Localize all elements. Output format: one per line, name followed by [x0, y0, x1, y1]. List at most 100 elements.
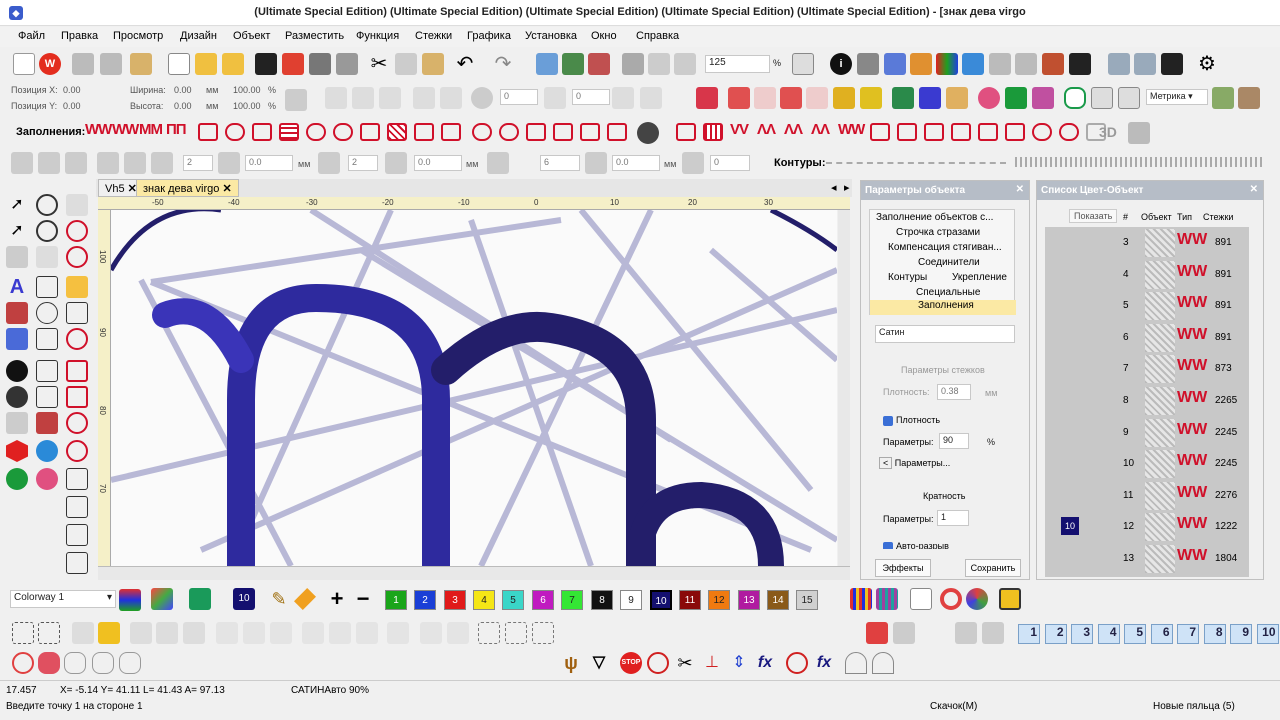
remove-color-icon[interactable]: − [352, 588, 374, 610]
tab-scroll-left-icon[interactable]: ◂ [831, 181, 837, 194]
appliqué-icon[interactable] [962, 53, 984, 75]
menu-stitches[interactable]: Стежки [415, 30, 452, 42]
palette-color-11[interactable]: 11 [679, 590, 701, 610]
grid-spacing-icon[interactable] [487, 152, 509, 174]
hoop-button-7[interactable]: 7 [1177, 624, 1199, 644]
unlock-icon[interactable] [98, 622, 120, 644]
rotate-angle-field[interactable]: 0 [500, 89, 538, 105]
info-icon[interactable]: i [830, 53, 852, 75]
export-machine-icon[interactable] [562, 53, 584, 75]
skew-icon[interactable] [379, 87, 401, 109]
balloons-icon[interactable] [1032, 87, 1054, 109]
align-v-icon[interactable] [38, 152, 60, 174]
align-right-icon[interactable] [270, 622, 292, 644]
grid-icon[interactable] [989, 53, 1011, 75]
home-icon[interactable] [13, 53, 35, 75]
hoop3-icon[interactable] [674, 53, 696, 75]
monogram-icon[interactable] [6, 328, 28, 350]
size-same3-icon[interactable] [532, 622, 554, 644]
hoop-button-2[interactable]: 2 [1044, 624, 1067, 644]
hole-icon[interactable] [6, 386, 28, 408]
sequence2-icon[interactable] [982, 622, 1004, 644]
circle-tool-icon[interactable] [66, 246, 88, 268]
sequence-icon[interactable] [955, 622, 977, 644]
palette-color-10[interactable]: 10 [650, 590, 672, 610]
trim-icon[interactable]: ✂ [674, 652, 696, 674]
fill-pattern-5-icon[interactable] [306, 123, 326, 141]
column-a-icon[interactable] [66, 360, 88, 382]
team-icon[interactable] [866, 622, 888, 644]
design-canvas[interactable] [111, 210, 837, 566]
tree-item-object-fill[interactable]: Заполнение объектов с... [876, 212, 993, 223]
scale-x-value[interactable]: 100.00 [233, 85, 261, 95]
print-preview-icon[interactable] [336, 53, 358, 75]
table-row[interactable]: 11 WW 2276 [1045, 480, 1249, 511]
select-node-icon[interactable] [66, 194, 88, 216]
reshape-icon[interactable] [36, 194, 58, 216]
save-as-icon[interactable] [1161, 53, 1183, 75]
fill-pattern-14-icon[interactable] [553, 123, 573, 141]
open-folder-icon[interactable] [195, 53, 217, 75]
menu-view[interactable]: Просмотр [113, 30, 163, 42]
menu-arrange[interactable]: Разместить [285, 30, 344, 42]
ruler-icon[interactable] [1015, 53, 1037, 75]
tshirt-icon[interactable] [1005, 87, 1027, 109]
height-value[interactable]: 0.00 [174, 101, 192, 111]
speed-icon[interactable] [845, 652, 867, 674]
menu-file[interactable]: Файл [18, 30, 45, 42]
distribute-h-icon[interactable] [420, 622, 442, 644]
settings-icon[interactable] [857, 53, 879, 75]
canvas-hscrollbar[interactable] [98, 566, 850, 580]
fill-pattern-2-icon[interactable] [225, 123, 245, 141]
curve-stitch-icon[interactable] [728, 87, 750, 109]
table-row[interactable]: 13 WW 1804 [1045, 543, 1249, 574]
table-row[interactable]: 10 WW 2245 [1045, 448, 1249, 479]
fill-pattern-27-icon[interactable] [951, 123, 971, 141]
dark-mode-icon[interactable] [1069, 53, 1091, 75]
scroll-icon[interactable] [780, 87, 802, 109]
rotate-icon[interactable] [413, 87, 435, 109]
run-stitch-icon[interactable] [66, 468, 88, 490]
moon-icon[interactable] [637, 122, 659, 144]
spool-icon[interactable] [999, 588, 1021, 610]
paint-bucket-icon[interactable] [294, 588, 316, 610]
wave-icon[interactable] [860, 87, 882, 109]
clipboard-icon[interactable] [130, 53, 152, 75]
params-more-button[interactable]: < Параметры... [879, 457, 950, 469]
zigzag-fill-icon[interactable]: WW [112, 121, 139, 138]
add-color-icon[interactable]: + [326, 588, 348, 610]
thread-sets-icon[interactable] [850, 588, 872, 610]
fill-pattern-21-icon[interactable]: ΛΛ [784, 121, 803, 138]
hand-icon[interactable] [833, 87, 855, 109]
measure-tool-icon[interactable] [1212, 87, 1234, 109]
fill-pattern-12-icon[interactable] [499, 123, 519, 141]
zoom-field[interactable]: 125 [705, 55, 770, 73]
needle-icon[interactable] [910, 588, 932, 610]
width-value[interactable]: 0.00 [174, 85, 192, 95]
hoop-button-10[interactable]: 10 [1256, 624, 1279, 644]
rotate-ccw-icon[interactable] [471, 87, 493, 109]
table-row[interactable]: 3 WW 891 [1045, 227, 1249, 258]
shape-b-icon[interactable] [92, 652, 114, 674]
params-field[interactable]: 90 [939, 433, 969, 449]
save-params-button[interactable]: Сохранить [965, 559, 1021, 577]
redo-icon[interactable]: ↷ [492, 53, 514, 75]
table-icon[interactable] [1091, 87, 1113, 109]
hoop-settings-icon[interactable] [893, 622, 915, 644]
color-badge[interactable]: 10 [1061, 517, 1079, 536]
fill-pattern-17-icon[interactable] [676, 123, 696, 141]
table-row[interactable]: 5 WW 891 [1045, 290, 1249, 321]
row4-field-6[interactable]: 0.0 [612, 155, 660, 171]
row4-field-7[interactable]: 0 [710, 155, 750, 171]
fill-pattern-18-icon[interactable] [703, 123, 723, 141]
row4-field-2[interactable]: 0.0 [245, 155, 293, 171]
polygon-icon[interactable] [66, 276, 88, 298]
mirror-v-icon[interactable] [352, 87, 374, 109]
menu-design[interactable]: Дизайн [180, 30, 217, 42]
lasso-icon[interactable] [36, 220, 58, 242]
combine-icon[interactable] [183, 622, 205, 644]
select-area2-icon[interactable] [38, 622, 60, 644]
green-bead-icon[interactable] [6, 468, 28, 490]
fill-pattern-9-icon[interactable] [414, 123, 434, 141]
close-icon[interactable]: ✕ [222, 183, 231, 195]
